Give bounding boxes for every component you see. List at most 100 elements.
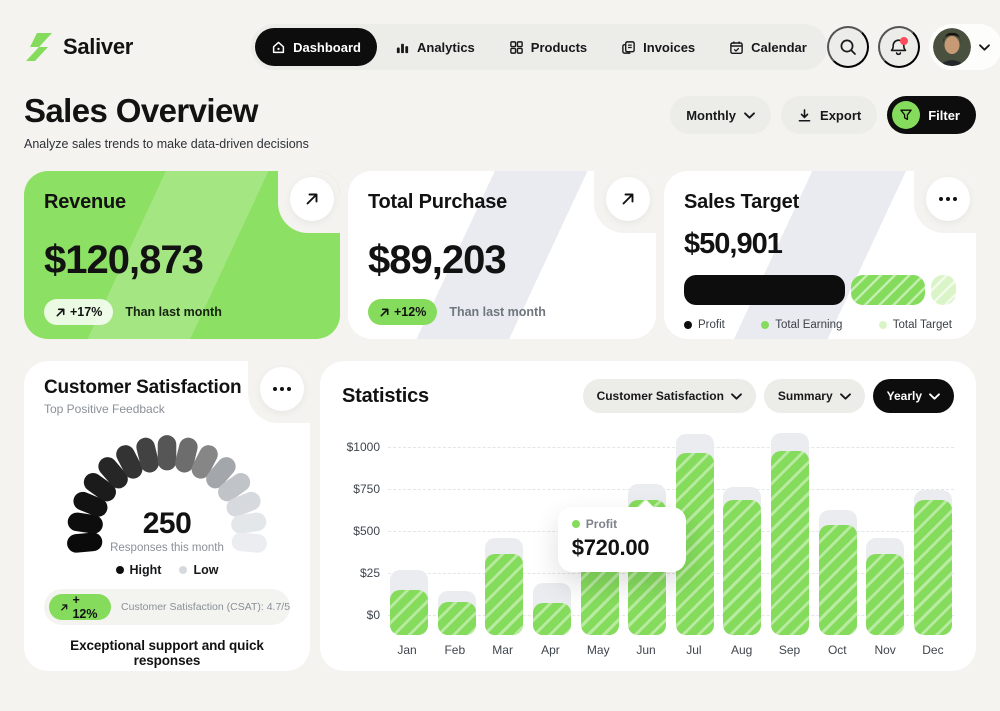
target-segment-profit	[684, 275, 845, 305]
statistics-card: Statistics Customer Satisfaction Summary Y…	[320, 361, 976, 671]
purchase-note: Than last month	[449, 305, 546, 319]
bar-group-mar[interactable]	[485, 429, 523, 635]
notifications-button[interactable]	[878, 26, 920, 68]
top-actions	[827, 24, 1000, 70]
x-tick: May	[579, 643, 617, 657]
bar-group-aug[interactable]	[723, 429, 761, 635]
bar-profit	[771, 451, 809, 635]
account-menu[interactable]	[929, 24, 1000, 70]
responses-value: 250	[59, 507, 275, 541]
bar-profit	[438, 602, 476, 635]
tooltip-label: Profit	[586, 517, 617, 531]
bar-group-feb[interactable]	[438, 429, 476, 635]
x-tick: Aug	[723, 643, 761, 657]
main-nav: DashboardAnalytics Products Invoices Calend…	[251, 24, 827, 70]
arrow-up-right-icon	[304, 191, 320, 207]
revenue-open-button[interactable]	[290, 177, 334, 221]
export-button[interactable]: Export	[781, 96, 877, 134]
statistics-filters: Customer Satisfaction Summary Yearly	[583, 379, 954, 413]
search-button[interactable]	[827, 26, 869, 68]
bar-profit	[819, 525, 857, 635]
invoice-icon	[621, 40, 636, 55]
filter-dropdown-yearly[interactable]: Yearly	[873, 379, 954, 413]
bar-profit	[485, 554, 523, 635]
sales-target-card: Sales Target $50,901 ProfitTotal Earning…	[664, 171, 976, 339]
bar-group-jan[interactable]	[390, 429, 428, 635]
page-header: Sales Overview Analyze sales trends to m…	[24, 92, 976, 151]
y-tick: $0	[367, 608, 380, 622]
brand-logo-icon	[24, 32, 54, 62]
nav-label: Products	[531, 40, 587, 55]
revenue-change: +17%	[70, 305, 102, 319]
filter-dropdown-summary[interactable]: Summary	[764, 379, 865, 413]
page-title: Sales Overview	[24, 92, 309, 130]
chevron-down-icon	[929, 389, 940, 403]
plot-area: Profit $720.00	[388, 429, 954, 635]
csat-summary-pill: + 12% Customer Satisfaction (CSAT): 4.7/…	[44, 589, 290, 625]
legend-item-total-earning: Total Earning	[761, 319, 842, 331]
high-dot	[116, 566, 124, 574]
purchase-value: $89,203	[368, 238, 636, 283]
x-tick: Dec	[914, 643, 952, 657]
target-segment-total-earning	[851, 275, 924, 305]
arrow-up-right-icon	[55, 307, 66, 318]
legend-item-profit: Profit	[684, 319, 725, 331]
customer-satisfaction-card: Customer Satisfaction Top Positive Feedb…	[24, 361, 310, 671]
bar-profit	[533, 603, 571, 635]
page-actions: Monthly Export Filter	[670, 96, 976, 134]
arrow-up-right-icon	[620, 191, 636, 207]
filter-dropdown-customer-satisfaction[interactable]: Customer Satisfaction	[583, 379, 756, 413]
nav-item-dashboard[interactable]: Dashboard	[255, 28, 377, 66]
x-tick: Oct	[818, 643, 856, 657]
target-legend: ProfitTotal EarningTotal Target	[684, 319, 956, 331]
nav-item-analytics[interactable]: Analytics	[379, 28, 491, 66]
period-dropdown[interactable]: Monthly	[670, 96, 771, 134]
bottom-row: Customer Satisfaction Top Positive Feedb…	[24, 361, 976, 671]
total-purchase-card: Total Purchase $89,203 +12% Than last mo…	[348, 171, 656, 339]
kpi-row: Revenue $120,873 +17% Than last month To…	[24, 171, 976, 339]
target-menu-button[interactable]	[926, 177, 970, 221]
x-tick: Nov	[866, 643, 904, 657]
bar-group-oct[interactable]	[819, 429, 857, 635]
ellipsis-icon	[273, 387, 291, 391]
bar-group-dec[interactable]	[914, 429, 952, 635]
top-navigation: Saliver DashboardAnalytics Products Invoic…	[24, 24, 976, 70]
x-tick: Sep	[771, 643, 809, 657]
filter-button[interactable]: Filter	[887, 96, 976, 134]
low-dot	[179, 566, 187, 574]
purchase-change: +12%	[394, 305, 426, 319]
chevron-down-icon	[979, 44, 990, 51]
chart-tooltip: Profit $720.00	[558, 507, 686, 572]
x-tick: Apr	[531, 643, 569, 657]
target-value: $50,901	[684, 228, 956, 261]
bar-group-sep[interactable]	[771, 429, 809, 635]
responses-caption: Responses this month	[59, 542, 275, 554]
page-subtitle: Analyze sales trends to make data-driven…	[24, 137, 309, 151]
nav-item-calendar[interactable]: Calendar	[713, 28, 823, 66]
purchase-change-badge: +12%	[368, 299, 437, 325]
statistics-title: Statistics	[342, 385, 429, 408]
nav-label: Calendar	[751, 40, 807, 55]
y-axis: $1000$750$500$25$0	[342, 429, 388, 635]
x-tick: Mar	[484, 643, 522, 657]
purchase-open-button[interactable]	[606, 177, 650, 221]
csat-change-badge: + 12%	[49, 594, 111, 620]
y-tick: $25	[360, 566, 380, 580]
x-tick: Jul	[675, 643, 713, 657]
satisfaction-gauge: 250 Responses this month	[59, 424, 275, 554]
csat-change: + 12%	[72, 593, 100, 621]
avatar	[933, 28, 971, 66]
target-segment-total-target	[931, 275, 956, 305]
brand[interactable]: Saliver	[24, 32, 133, 62]
bar-profit	[914, 500, 952, 635]
tooltip-dot	[572, 520, 580, 528]
bar-group-nov[interactable]	[866, 429, 904, 635]
filter-label: Customer Satisfaction	[597, 389, 724, 403]
revenue-card: Revenue $120,873 +17% Than last month	[24, 171, 340, 339]
tooltip-value: $720.00	[572, 535, 672, 561]
filter-label: Summary	[778, 389, 833, 403]
x-tick: Jun	[627, 643, 665, 657]
nav-item-invoices[interactable]: Invoices	[605, 28, 711, 66]
nav-item-products[interactable]: Products	[493, 28, 603, 66]
satisfaction-menu-button[interactable]	[260, 367, 304, 411]
